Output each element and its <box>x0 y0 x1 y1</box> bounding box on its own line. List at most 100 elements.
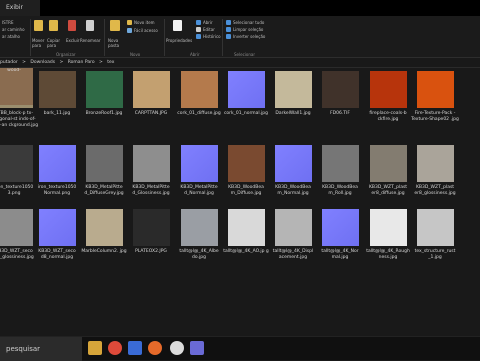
file-thumbnail[interactable] <box>86 71 123 108</box>
file-name[interactable]: bark_11.jpg <box>31 111 83 117</box>
file-name[interactable]: cork_01_normal.jpg <box>220 111 272 117</box>
file-name[interactable]: iron_texture1050 Normal.png <box>31 185 83 197</box>
tab-exibir[interactable]: Exibir <box>0 0 40 16</box>
file-name[interactable]: KB3D_MetalPitte d_Normal.jpg <box>173 185 225 197</box>
properties-label[interactable]: Propriedades <box>166 38 192 43</box>
app-icon[interactable] <box>190 341 204 355</box>
file-thumbnail[interactable] <box>322 209 359 246</box>
file-name[interactable]: KB3D_MetalPitte d_DiffuseGrey.jpg <box>78 185 130 197</box>
file-name[interactable]: KB3D_WZT_plast er8_glossiness.jpg <box>409 185 461 197</box>
file-thumbnail[interactable] <box>370 145 407 182</box>
file-name[interactable]: tallt@l@_4K_AO.jp g <box>220 249 272 255</box>
file-thumbnail[interactable] <box>275 209 312 246</box>
file-name[interactable]: tallt@l@_4K_Displ acement.jpg <box>267 249 319 261</box>
file-thumbnail[interactable] <box>133 145 170 182</box>
delete-label[interactable]: Excluir <box>66 38 79 43</box>
file-name[interactable]: cork_01_diffuse.jpg <box>173 111 225 117</box>
file-name[interactable]: CARPTTAN.JPG <box>125 111 177 117</box>
file-thumbnail[interactable] <box>370 209 407 246</box>
file-thumbnail[interactable] <box>228 145 265 182</box>
file-name[interactable]: PLATEOX2.JPG <box>125 249 177 255</box>
file-explorer-icon[interactable] <box>88 341 102 355</box>
file-name[interactable]: tallt@l@_4K_Rough ness.jpg <box>362 249 414 261</box>
chevron-right-icon: > <box>99 60 103 65</box>
file-thumbnail[interactable] <box>39 145 76 182</box>
ribbon-separator <box>30 19 31 56</box>
file-name[interactable]: FD06.TIF <box>314 111 366 117</box>
chevron-right-icon: > <box>59 60 64 65</box>
app-icon[interactable] <box>128 341 142 355</box>
ribbon-label-3[interactable]: ar atalho <box>2 34 20 39</box>
file-thumbnail[interactable] <box>370 71 407 108</box>
breadcrumb-item[interactable]: Downloads <box>30 60 55 65</box>
select-all-icon <box>226 20 231 25</box>
file-name[interactable]: MarbleColumn2. jpg <box>78 249 130 255</box>
breadcrumb-item[interactable]: Roman Paro <box>68 60 95 65</box>
file-name[interactable]: DarkelWall1.jpg <box>267 111 319 117</box>
delete-icon[interactable] <box>68 20 76 31</box>
easy-access-icon <box>127 28 132 33</box>
move-to-icon[interactable] <box>34 20 43 31</box>
file-thumbnail[interactable] <box>275 71 312 108</box>
select-all-button[interactable]: Selecionar tudo <box>233 20 264 25</box>
properties-icon[interactable] <box>173 20 182 31</box>
file-thumbnail[interactable] <box>322 71 359 108</box>
file-thumbnail[interactable] <box>86 145 123 182</box>
move-to-label[interactable]: Mover para <box>32 38 45 48</box>
file-thumbnail[interactable] <box>417 145 454 182</box>
file-thumbnail[interactable] <box>133 71 170 108</box>
file-thumbnail[interactable] <box>39 71 76 108</box>
chrome-icon[interactable] <box>108 341 122 355</box>
file-name[interactable]: KB3D_WZT_plast er8_diffuse.jpg <box>362 185 414 197</box>
file-thumbnail[interactable] <box>181 209 218 246</box>
address-bar[interactable]: putador > Downloads > Roman Paro > tex <box>0 58 480 68</box>
file-thumbnail[interactable] <box>417 71 454 108</box>
blender-icon[interactable] <box>148 341 162 355</box>
open-button[interactable]: Abrir <box>203 20 213 25</box>
invert-selection-button[interactable]: Inverter seleção <box>233 34 265 39</box>
tab-label: Exibir <box>6 4 23 11</box>
file-name[interactable]: KB3D_WZT_seco d8_normal.jpg <box>31 249 83 261</box>
file-name[interactable]: fireplace-coals-b ckfire.jpg <box>362 111 414 123</box>
file-thumbnail[interactable] <box>228 71 265 108</box>
file-thumbnail[interactable] <box>181 145 218 182</box>
file-name[interactable]: KB3D_WoodBea m_Roll.jpg <box>314 185 366 197</box>
ribbon-label-2[interactable]: ar caminho <box>2 27 25 32</box>
new-folder-label[interactable]: Nova pasta <box>108 38 122 48</box>
rename-label[interactable]: Renomear <box>80 38 101 43</box>
file-name[interactable]: KB3D_WoodBea m_Normal.jpg <box>267 185 319 197</box>
file-name[interactable]: KB3D_WoodBea m_Diffuse.jpg <box>220 185 272 197</box>
file-name[interactable]: tallt@l@_4K_Nor mal.jpg <box>314 249 366 261</box>
file-thumbnail[interactable] <box>228 209 265 246</box>
steam-icon[interactable] <box>170 341 184 355</box>
file-name[interactable]: Fire-Texture-Pack -Texture-Shape02 .jpg <box>409 111 461 123</box>
taskbar: pesquisar <box>0 336 480 361</box>
file-thumbnail[interactable] <box>322 145 359 182</box>
file-thumbnail[interactable] <box>0 209 33 246</box>
file-thumbnail[interactable] <box>39 209 76 246</box>
history-button[interactable]: Histórico <box>203 34 221 39</box>
new-folder-icon[interactable] <box>110 20 120 31</box>
clear-selection-button[interactable]: Limpar seleção <box>233 27 263 32</box>
file-thumbnail[interactable] <box>133 209 170 246</box>
easy-access-button[interactable]: Fácil acesso <box>134 28 158 33</box>
file-thumbnail[interactable] <box>275 145 312 182</box>
file-name[interactable]: wood- <box>0 68 40 74</box>
breadcrumb-item[interactable]: putador <box>0 60 18 65</box>
copy-to-icon[interactable] <box>49 20 58 31</box>
file-name[interactable]: BronzeRoof1.jpg <box>78 111 130 117</box>
file-thumbnail[interactable] <box>417 209 454 246</box>
file-thumbnail[interactable] <box>0 145 33 182</box>
new-item-button[interactable]: Novo item <box>134 20 155 25</box>
breadcrumb-item[interactable]: tex <box>107 60 114 65</box>
copy-to-label[interactable]: Copiar para <box>47 38 60 48</box>
search-box[interactable]: pesquisar <box>0 337 82 361</box>
file-name[interactable]: KB3D_MetalPitte d_Glossiness.jpg <box>125 185 177 197</box>
ribbon-label-1[interactable]: ISTRE <box>2 20 13 25</box>
edit-button[interactable]: Editar <box>203 27 215 32</box>
file-name[interactable]: tex_structure_rust _1.jpg <box>409 249 461 261</box>
rename-icon[interactable] <box>86 20 94 31</box>
file-thumbnail[interactable] <box>181 71 218 108</box>
file-thumbnail[interactable] <box>86 209 123 246</box>
file-name[interactable]: tallt@l@_4K_Albe do.jpg <box>173 249 225 261</box>
